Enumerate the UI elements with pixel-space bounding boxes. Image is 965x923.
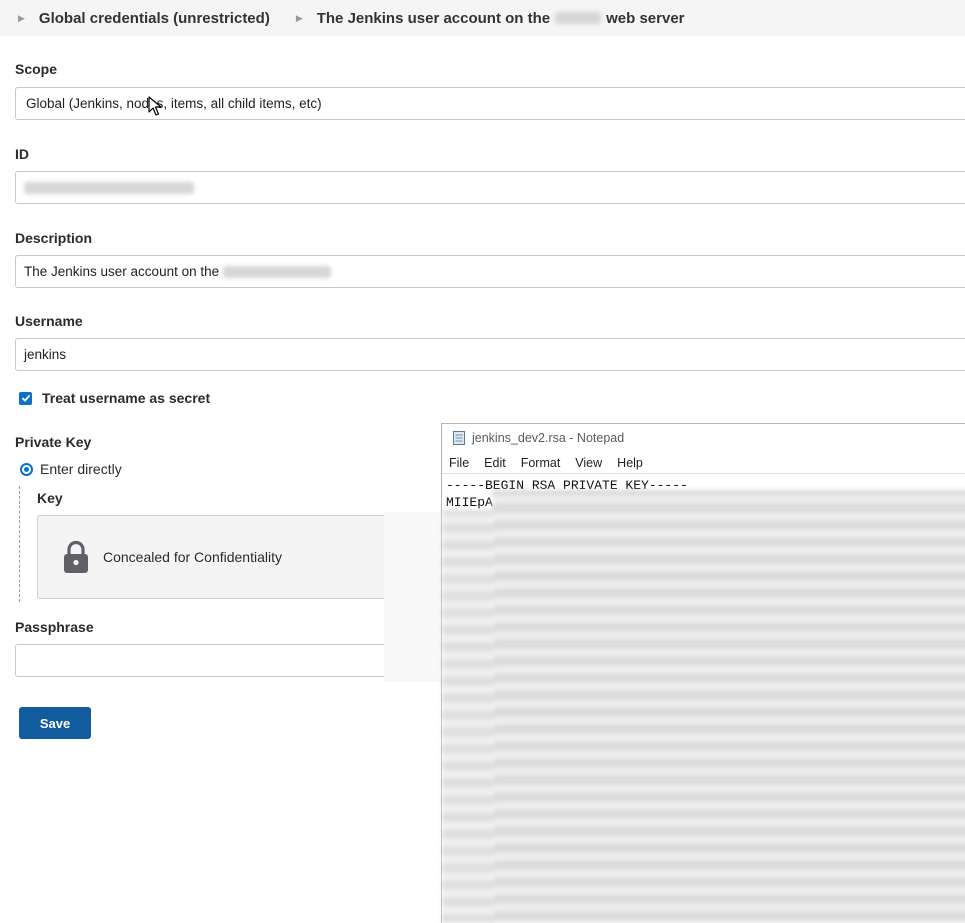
breadcrumb: ▶ Global credentials (unrestricted) ▶ Th… (0, 0, 965, 36)
enter-directly-option[interactable]: Enter directly (20, 461, 122, 477)
id-label: ID (15, 146, 29, 162)
description-value: The Jenkins user account on the (24, 264, 220, 279)
notepad-menubar: File Edit Format View Help (442, 452, 965, 474)
breadcrumb-label-prefix[interactable]: The Jenkins user account on the (317, 10, 550, 27)
breadcrumb-label-suffix[interactable]: web server (606, 10, 684, 27)
redacted-key-content (442, 510, 494, 923)
chevron-right-icon: ▶ (18, 12, 25, 23)
breadcrumb-item-credential[interactable]: ▶ The Jenkins user account on the web se… (278, 10, 685, 27)
radio-selected-dot (24, 466, 29, 472)
username-value: jenkins (24, 347, 67, 362)
description-input[interactable]: The Jenkins user account on the (15, 255, 965, 288)
redacted-key-content (492, 490, 965, 923)
chevron-right-icon: ▶ (295, 12, 303, 23)
description-label: Description (15, 230, 93, 246)
id-input[interactable] (15, 171, 965, 204)
breadcrumb-item-global-credentials[interactable]: ▶ Global credentials (unrestricted) (0, 10, 270, 27)
key-label: Key (37, 490, 63, 506)
lock-icon (64, 540, 88, 573)
redacted-text (24, 181, 194, 194)
private-key-label: Private Key (15, 434, 92, 450)
checkmark-icon (21, 394, 30, 402)
save-button[interactable]: Save (19, 707, 91, 739)
blurred-region (384, 512, 444, 682)
treat-username-secret-checkbox[interactable] (19, 391, 32, 405)
notepad-title: jenkins_dev2.rsa - Notepad (472, 431, 625, 445)
scope-value: Global (Jenkins, nodes, items, all child… (26, 96, 322, 111)
scope-label: Scope (15, 61, 58, 77)
notepad-titlebar[interactable]: jenkins_dev2.rsa - Notepad (442, 424, 965, 452)
mouse-cursor-icon (148, 96, 162, 116)
username-label: Username (15, 313, 83, 329)
username-input[interactable]: jenkins (15, 338, 965, 371)
redacted-text (555, 12, 602, 24)
menu-edit[interactable]: Edit (484, 456, 506, 470)
menu-format[interactable]: Format (521, 456, 561, 470)
notepad-file-icon (453, 431, 465, 445)
treat-username-secret-label: Treat username as secret (42, 390, 211, 406)
enter-directly-radio[interactable] (20, 462, 33, 476)
menu-file[interactable]: File (449, 456, 469, 470)
notepad-window[interactable]: jenkins_dev2.rsa - Notepad File Edit For… (441, 423, 965, 923)
concealed-text: Concealed for Confidentiality (103, 549, 282, 565)
menu-view[interactable]: View (575, 456, 602, 470)
breadcrumb-label[interactable]: Global credentials (unrestricted) (39, 10, 270, 27)
enter-directly-label: Enter directly (40, 461, 122, 477)
menu-help[interactable]: Help (617, 456, 643, 470)
redacted-text (223, 265, 332, 278)
indent-rule (19, 486, 20, 602)
treat-username-secret-row[interactable]: Treat username as secret (19, 390, 210, 406)
passphrase-label: Passphrase (15, 619, 94, 635)
